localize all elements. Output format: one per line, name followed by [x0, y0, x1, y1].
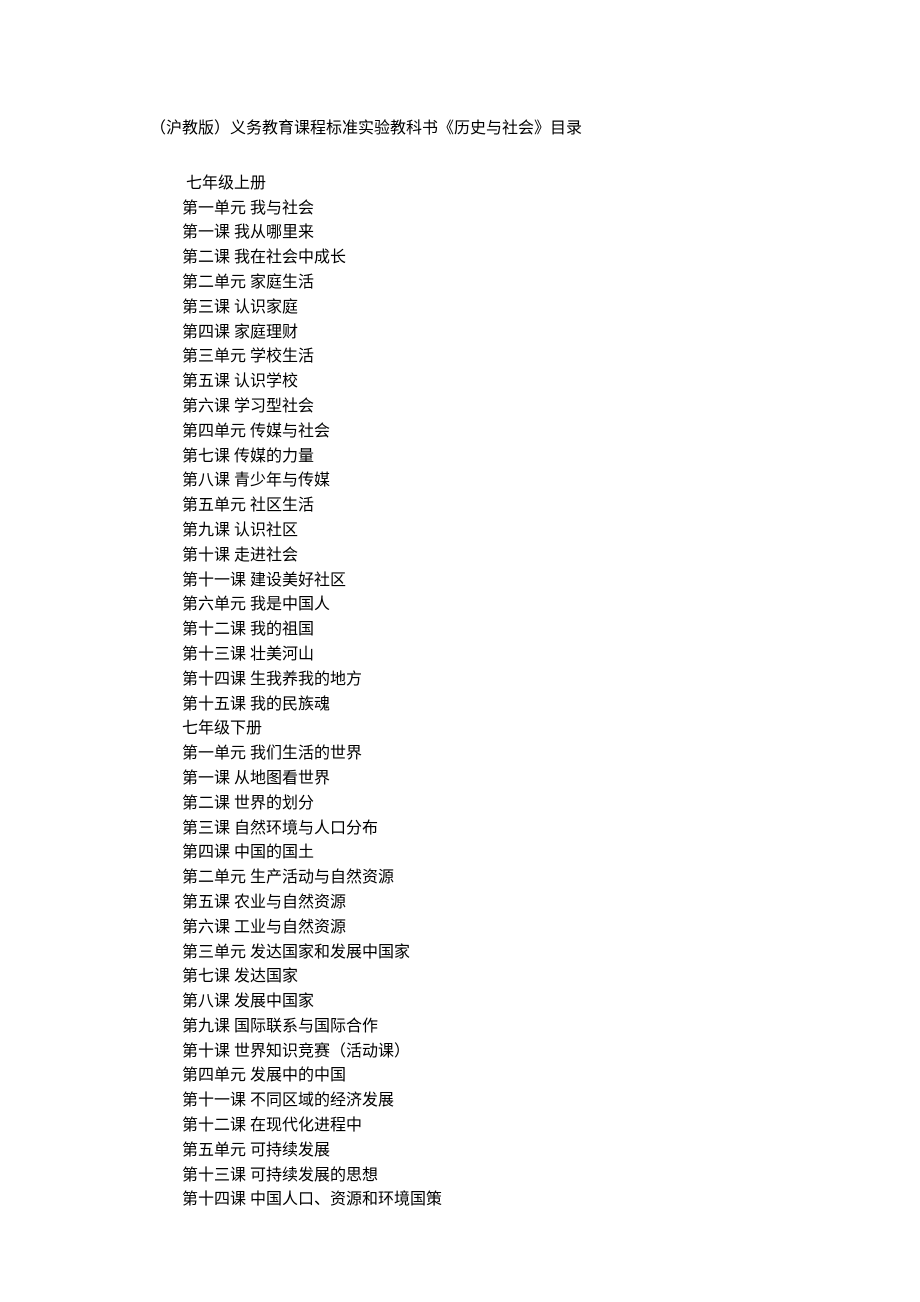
toc-line: 第十三课 可持续发展的思想	[182, 1164, 770, 1189]
document-page: （沪教版）义务教育课程标准实验教科书《历史与社会》目录 七年级上册第一单元 我与…	[0, 0, 920, 1293]
toc-line: 第六课 学习型社会	[182, 395, 770, 420]
toc-line: 第二单元 生产活动与自然资源	[182, 866, 770, 891]
toc-line: 第四单元 传媒与社会	[182, 420, 770, 445]
toc-line: 第九课 认识社区	[182, 519, 770, 544]
toc-line: 第二单元 家庭生活	[182, 271, 770, 296]
toc-line: 第五单元 可持续发展	[182, 1139, 770, 1164]
toc-line: 第一课 我从哪里来	[182, 221, 770, 246]
toc-line: 第四课 中国的国土	[182, 841, 770, 866]
toc-line: 第二课 世界的划分	[182, 792, 770, 817]
toc-line: 第六课 工业与自然资源	[182, 916, 770, 941]
toc-line: 第十五课 我的民族魂	[182, 693, 770, 718]
toc-line: 第八课 发展中国家	[182, 990, 770, 1015]
toc-line: 第十三课 壮美河山	[182, 643, 770, 668]
toc-line: 七年级上册	[182, 172, 770, 197]
toc-line: 七年级下册	[182, 717, 770, 742]
toc-line: 第五课 农业与自然资源	[182, 891, 770, 916]
toc-line: 第四课 家庭理财	[182, 321, 770, 346]
toc-line: 第一课 从地图看世界	[182, 767, 770, 792]
document-title: （沪教版）义务教育课程标准实验教科书《历史与社会》目录	[150, 115, 770, 144]
toc-line: 第一单元 我与社会	[182, 197, 770, 222]
toc-line: 第五课 认识学校	[182, 370, 770, 395]
toc-line: 第十四课 中国人口、资源和环境国策	[182, 1188, 770, 1213]
toc-line: 第三课 自然环境与人口分布	[182, 817, 770, 842]
toc-line: 第七课 发达国家	[182, 965, 770, 990]
toc-line: 第九课 国际联系与国际合作	[182, 1015, 770, 1040]
toc-line: 第十四课 生我养我的地方	[182, 668, 770, 693]
toc-line: 第七课 传媒的力量	[182, 445, 770, 470]
toc-line: 第四单元 发展中的中国	[182, 1064, 770, 1089]
toc-line: 第十一课 建设美好社区	[182, 569, 770, 594]
toc-line: 第三单元 学校生活	[182, 345, 770, 370]
toc-line: 第三课 认识家庭	[182, 296, 770, 321]
toc-line: 第八课 青少年与传媒	[182, 469, 770, 494]
toc-content: 七年级上册第一单元 我与社会第一课 我从哪里来第二课 我在社会中成长第二单元 家…	[150, 172, 770, 1213]
toc-line: 第十二课 在现代化进程中	[182, 1114, 770, 1139]
toc-line: 第二课 我在社会中成长	[182, 246, 770, 271]
toc-line: 第六单元 我是中国人	[182, 593, 770, 618]
toc-line: 第一单元 我们生活的世界	[182, 742, 770, 767]
toc-line: 第十课 世界知识竞赛（活动课）	[182, 1040, 770, 1065]
toc-line: 第十课 走进社会	[182, 544, 770, 569]
toc-line: 第十二课 我的祖国	[182, 618, 770, 643]
toc-line: 第三单元 发达国家和发展中国家	[182, 941, 770, 966]
toc-line: 第五单元 社区生活	[182, 494, 770, 519]
toc-line: 第十一课 不同区域的经济发展	[182, 1089, 770, 1114]
